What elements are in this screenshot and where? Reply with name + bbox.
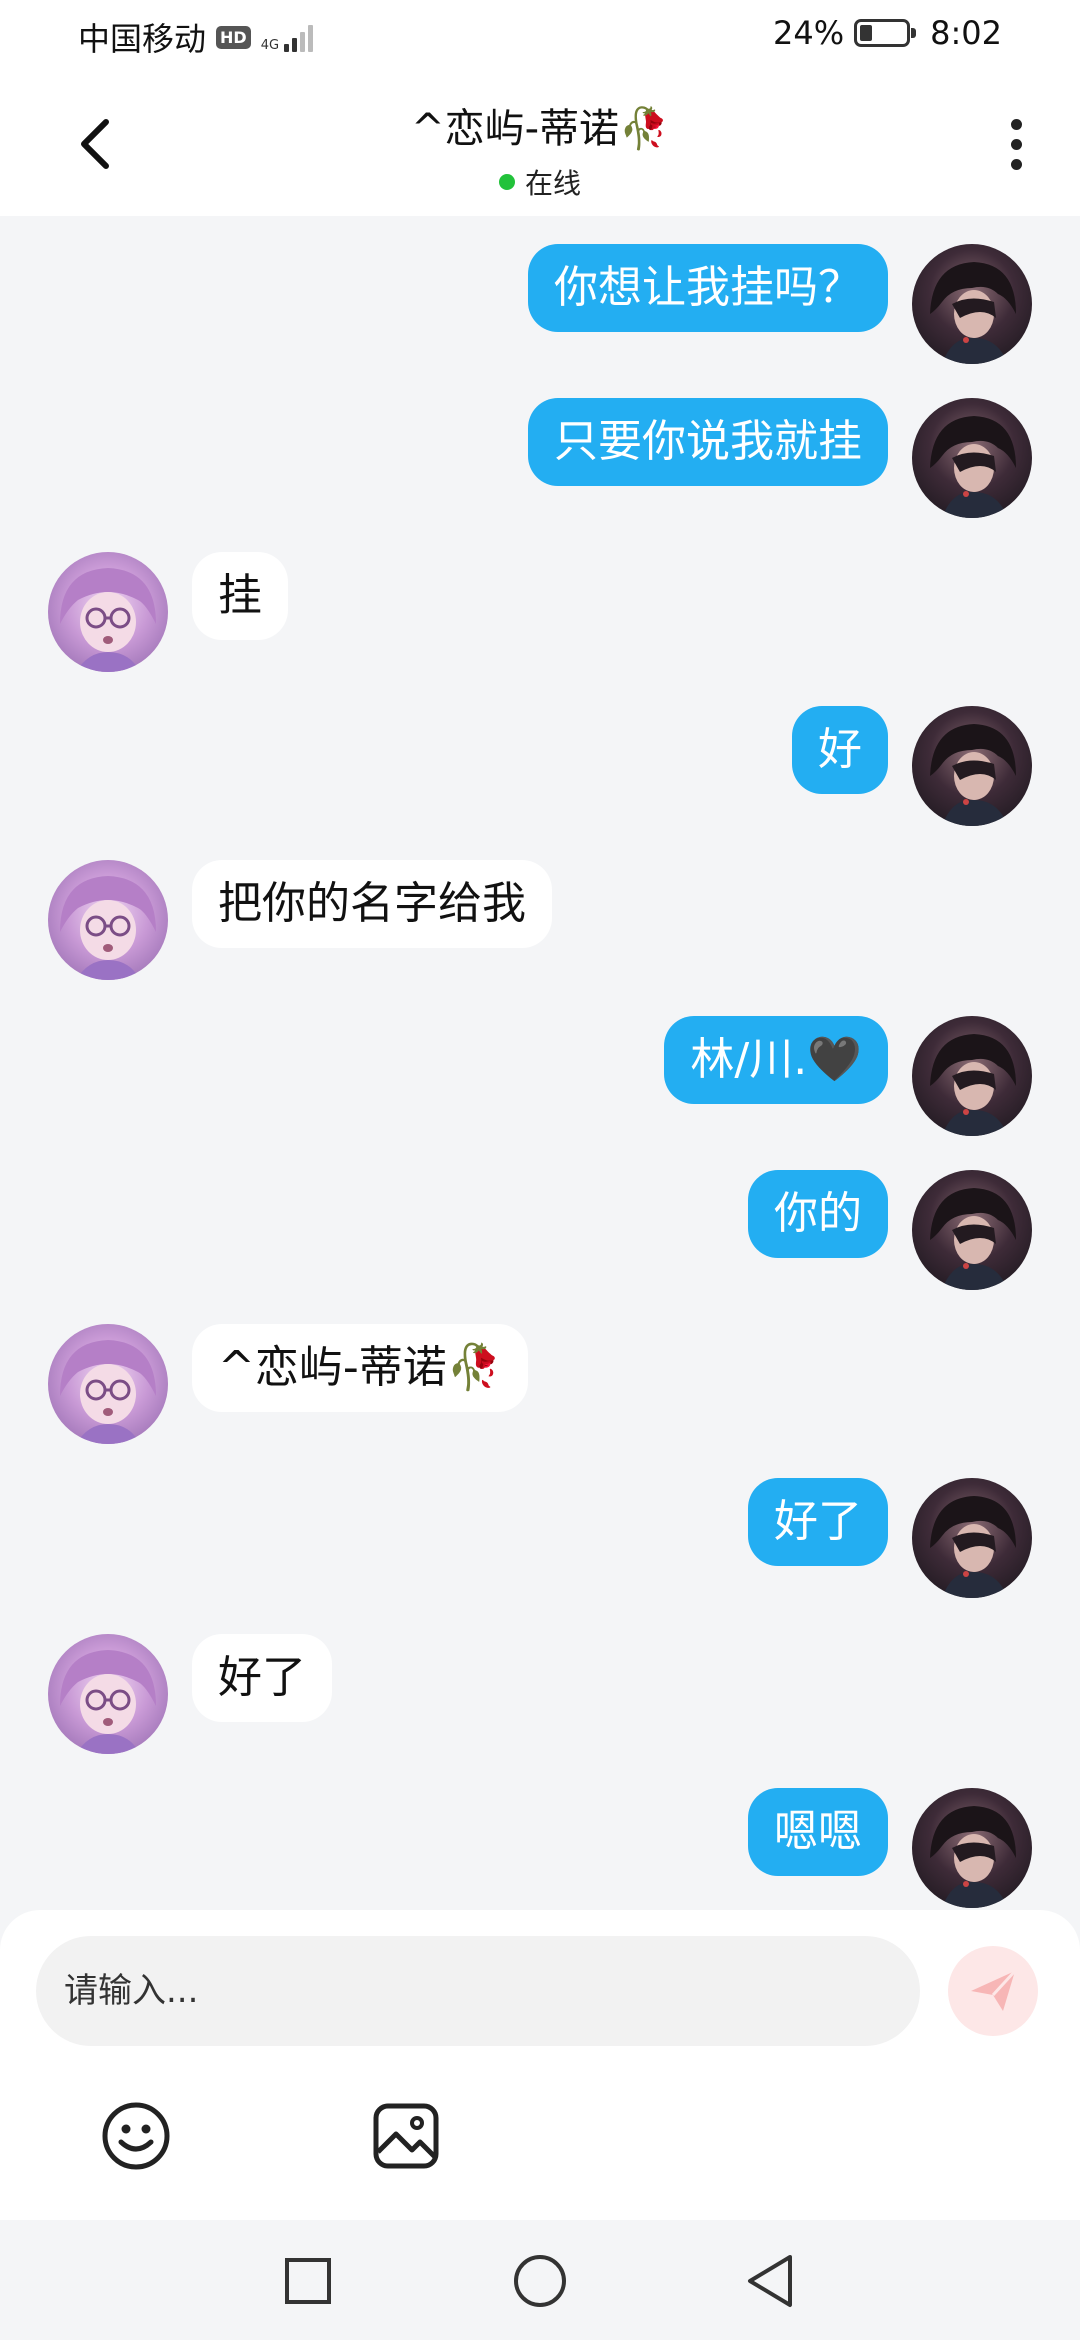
contact-avatar[interactable]: [48, 552, 168, 672]
incoming-message-bubble[interactable]: 挂: [192, 552, 288, 640]
home-icon: [514, 2255, 566, 2307]
outgoing-message-bubble[interactable]: 嗯嗯: [748, 1788, 888, 1876]
contact-avatar[interactable]: [48, 860, 168, 980]
message-row: 把你的名字给我: [0, 860, 1080, 984]
my-avatar[interactable]: [912, 244, 1032, 364]
network-type: 4G: [260, 38, 280, 53]
online-dot-icon: [498, 174, 515, 190]
my-avatar[interactable]: [912, 1788, 1032, 1908]
message-row: ^恋屿-蒂诺🥀: [0, 1324, 1080, 1448]
my-avatar[interactable]: [912, 398, 1032, 518]
outgoing-message-bubble[interactable]: 只要你说我就挂: [528, 398, 888, 486]
incoming-message-bubble[interactable]: 把你的名字给我: [192, 860, 552, 948]
hd-badge: HD: [216, 25, 251, 49]
message-row: 只要你说我就挂: [0, 398, 1080, 522]
battery-icon: [854, 19, 917, 47]
outgoing-message-bubble[interactable]: 你想让我挂吗？: [528, 244, 888, 332]
system-nav-bar: [0, 2220, 1080, 2340]
status-bar: 中国移动 HD 4G 24% 8:02: [0, 0, 1080, 72]
recent-apps-icon: [285, 2258, 331, 2304]
online-status-label: 在线: [524, 167, 581, 200]
title-area: ^恋屿-蒂诺🥀 在线: [0, 96, 1080, 202]
message-row: 你的: [0, 1170, 1080, 1294]
emoji-button[interactable]: [96, 2096, 176, 2176]
my-avatar[interactable]: [912, 1170, 1032, 1290]
back-triangle-icon: [748, 2255, 792, 2307]
my-avatar[interactable]: [912, 706, 1032, 826]
recent-apps-button[interactable]: [273, 2246, 343, 2316]
message-row: 你想让我挂吗？: [0, 244, 1080, 368]
emoji-icon: [102, 2102, 170, 2170]
online-status: 在线: [0, 162, 1080, 202]
chat-header: ^恋屿-蒂诺🥀 在线: [0, 72, 1080, 216]
my-avatar[interactable]: [912, 1478, 1032, 1598]
composer: [0, 1910, 1080, 2220]
status-left: 中国移动 HD 4G: [78, 14, 314, 60]
outgoing-message-bubble[interactable]: 好: [792, 706, 888, 794]
more-options-button[interactable]: [996, 112, 1036, 176]
signal-icon: 4G: [260, 22, 314, 53]
message-row: 挂: [0, 552, 1080, 676]
carrier-name: 中国移动: [78, 20, 207, 58]
contact-avatar[interactable]: [48, 1324, 168, 1444]
battery-percent: 24%: [773, 14, 845, 52]
my-avatar[interactable]: [912, 1016, 1032, 1136]
message-list[interactable]: 你想让我挂吗？ 只要你说我就挂挂好把你的名字给我 林/川.🖤 你的 ^恋屿-蒂诺🥀 好了好…: [0, 216, 1080, 1910]
message-row: 好了: [0, 1634, 1080, 1758]
contact-name: ^恋屿-蒂诺🥀: [411, 106, 669, 152]
status-right: 24% 8:02: [773, 14, 1002, 52]
outgoing-message-bubble[interactable]: 林/川.🖤: [664, 1016, 888, 1104]
incoming-message-bubble[interactable]: ^恋屿-蒂诺🥀: [192, 1324, 528, 1412]
paper-plane-icon: [971, 1969, 1017, 2011]
home-button[interactable]: [505, 2246, 575, 2316]
back-nav-button[interactable]: [735, 2246, 805, 2316]
outgoing-message-bubble[interactable]: 你的: [748, 1170, 888, 1258]
image-icon: [373, 2103, 439, 2169]
outgoing-message-bubble[interactable]: 好了: [748, 1478, 888, 1566]
message-row: 林/川.🖤: [0, 1016, 1080, 1140]
clock: 8:02: [930, 14, 1002, 52]
message-row: 好: [0, 706, 1080, 830]
message-row: 好了: [0, 1478, 1080, 1602]
more-dots-icon: [1010, 118, 1022, 130]
send-button[interactable]: [948, 1946, 1038, 2036]
image-button[interactable]: [366, 2096, 446, 2176]
incoming-message-bubble[interactable]: 好了: [192, 1634, 332, 1722]
message-input[interactable]: [36, 1936, 920, 2046]
contact-avatar[interactable]: [48, 1634, 168, 1754]
message-row: 嗯嗯: [0, 1788, 1080, 1912]
